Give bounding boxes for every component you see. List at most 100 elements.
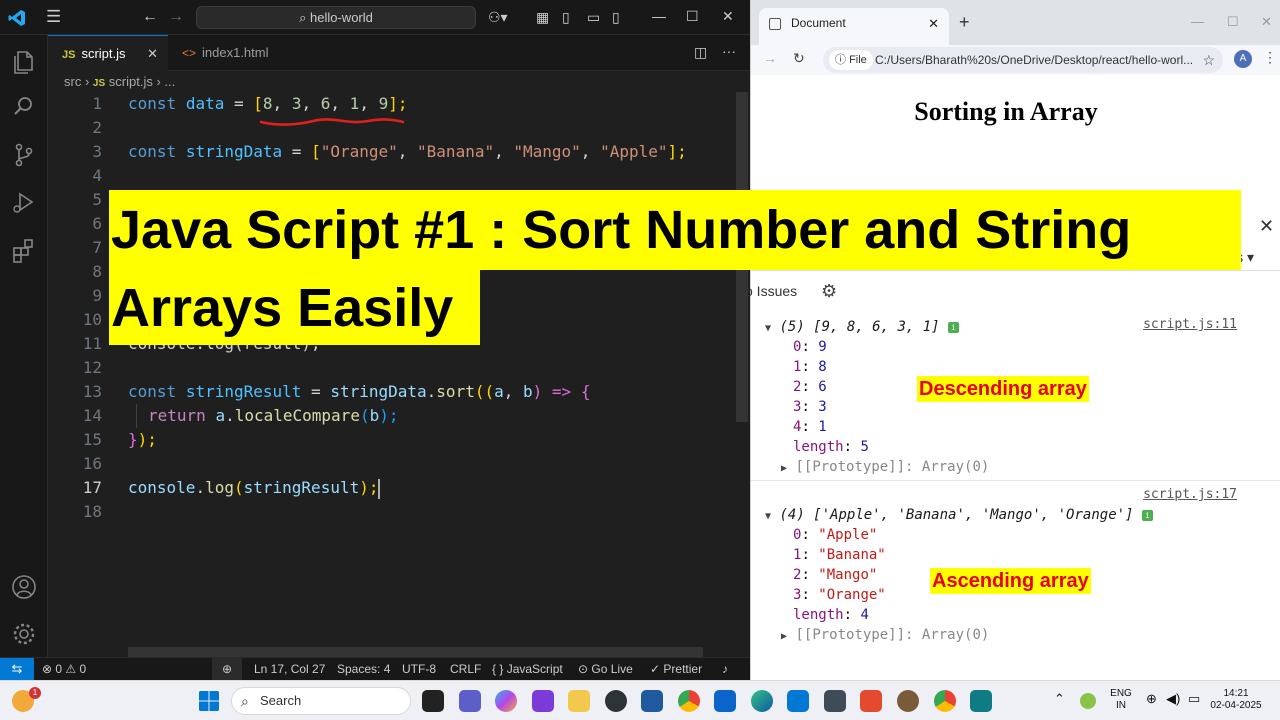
forward-arrow-icon[interactable]: → — [763, 50, 777, 66]
tab-script-js[interactable]: JS script.js ✕ — [48, 35, 168, 71]
search-icon: ⌕ — [241, 693, 249, 709]
code-line-14: return a.localeCompare(b); — [148, 406, 399, 425]
settings-gear-icon[interactable]: ⚙ — [821, 281, 837, 302]
browser-tab-bar: Document ✕ + — ☐ ✕ — [751, 0, 1280, 45]
chevron-right-icon: › — [84, 74, 93, 89]
source-link[interactable]: script.js:17 — [1143, 485, 1237, 505]
menu-icon[interactable]: ☰ — [46, 8, 61, 25]
close-tab-icon[interactable]: ✕ — [147, 36, 158, 72]
layout-icon[interactable]: ▦ — [536, 9, 549, 26]
windows-start-icon[interactable] — [198, 690, 220, 712]
address-bar[interactable]: ⓘ File C:/Users/Bharath%20s/OneDrive/Des… — [823, 47, 1223, 73]
outlook-icon[interactable] — [714, 690, 736, 712]
explorer-icon[interactable] — [10, 47, 38, 75]
descending-annotation: Descending array — [917, 376, 1089, 402]
array-entry: 1: 8 — [793, 359, 827, 375]
task-view-icon[interactable] — [422, 690, 444, 712]
copilot-icon[interactable] — [495, 690, 517, 712]
language-mode[interactable]: { } JavaScript — [492, 658, 563, 680]
search-icon[interactable] — [10, 93, 38, 121]
chrome-icon[interactable] — [678, 690, 700, 712]
command-center-search[interactable]: ⌕ hello-world — [196, 6, 476, 29]
breadcrumb-folder[interactable]: src — [64, 74, 81, 89]
teams-icon[interactable] — [459, 690, 481, 712]
indentation[interactable]: Spaces: 4 — [337, 658, 390, 680]
language-indicator[interactable]: ENG IN — [1106, 688, 1136, 712]
volume-icon[interactable]: ◀) — [1166, 692, 1180, 705]
browser-menu-icon[interactable]: ⋮ — [1263, 49, 1277, 66]
chevron-up-icon[interactable]: ⌃ — [1054, 692, 1065, 705]
horizontal-scrollbar[interactable] — [128, 647, 703, 657]
encoding[interactable]: UTF-8 — [402, 658, 436, 680]
log-summary[interactable]: ▼ (5) [9, 8, 6, 3, 1] i — [765, 317, 960, 337]
issues-button[interactable]: o Issues — [745, 283, 797, 299]
accounts-icon[interactable] — [10, 573, 38, 601]
tab-index1-html[interactable]: <> index1.html — [168, 35, 298, 71]
code-line-3: const stringData = ["Orange", "Banana", … — [128, 142, 687, 161]
close-window-icon[interactable]: ✕ — [722, 8, 734, 25]
brave-icon[interactable] — [860, 690, 882, 712]
prettier-button[interactable]: ✓ Prettier — [650, 658, 702, 680]
profile-avatar[interactable]: A — [1234, 50, 1252, 68]
app-icon[interactable] — [605, 690, 627, 712]
go-live-button[interactable]: ⊙ Go Live — [578, 658, 633, 680]
close-tab-icon[interactable]: ✕ — [928, 8, 939, 39]
chrome-profile-icon[interactable] — [934, 690, 956, 712]
app-icon[interactable] — [897, 690, 919, 712]
array-prototype[interactable]: ▶ [[Prototype]]: Array(0) — [781, 457, 989, 477]
battery-icon[interactable]: ▭ — [1188, 692, 1200, 705]
end-of-line[interactable]: CRLF — [450, 658, 481, 680]
app-icon[interactable] — [641, 690, 663, 712]
edge-icon[interactable] — [751, 690, 773, 712]
minimize-icon[interactable]: — — [652, 8, 666, 24]
notifications-bell-icon[interactable]: ♪ — [722, 658, 728, 680]
taskbar-search[interactable]: ⌕ Search — [231, 687, 411, 715]
split-editor-icon[interactable]: ◫ — [694, 44, 707, 61]
vscode-taskbar-icon[interactable] — [787, 690, 809, 712]
minimize-icon[interactable]: — — [1191, 14, 1204, 29]
more-actions-icon[interactable]: ··· — [722, 43, 736, 59]
app-icon[interactable] — [970, 690, 992, 712]
maximize-icon[interactable]: ☐ — [686, 8, 699, 25]
log-summary[interactable]: ▼ (4) ['Apple', 'Banana', 'Mango', 'Oran… — [765, 505, 1153, 525]
network-icon[interactable]: ⊕ — [1146, 692, 1157, 705]
toggle-secondary-sidebar-icon[interactable]: ▯ — [612, 9, 620, 26]
back-arrow-icon[interactable]: ← — [142, 8, 158, 26]
close-window-icon[interactable]: ✕ — [1261, 14, 1272, 30]
red-underline-annotation — [259, 118, 405, 126]
url-text: C:/Users/Bharath%20s/OneDrive/Desktop/re… — [875, 53, 1194, 67]
remote-indicator-icon[interactable]: ⇆ — [0, 658, 34, 680]
new-tab-icon[interactable]: + — [959, 12, 970, 33]
close-devtools-icon[interactable]: ✕ — [1259, 216, 1274, 237]
m365-icon[interactable] — [532, 690, 554, 712]
toggle-sidebar-icon[interactable]: ▯ — [562, 9, 570, 26]
zoom-icon[interactable]: ⊕ — [212, 658, 242, 680]
run-debug-icon[interactable] — [10, 189, 38, 217]
toggle-panel-icon[interactable]: ▭ — [587, 9, 600, 26]
file-chip[interactable]: ⓘ File — [829, 50, 873, 70]
settings-gear-icon[interactable] — [10, 620, 38, 648]
file-explorer-icon[interactable] — [568, 690, 590, 712]
copilot-icon[interactable]: ⚇▾ — [488, 9, 508, 26]
maximize-icon[interactable]: ☐ — [1227, 14, 1239, 30]
info-icon: i — [948, 321, 960, 333]
array-prototype[interactable]: ▶ [[Prototype]]: Array(0) — [781, 625, 989, 645]
extensions-icon[interactable] — [10, 237, 38, 265]
browser-tab-document[interactable]: Document ✕ — [759, 8, 949, 45]
reload-icon[interactable]: ↻ — [793, 50, 805, 67]
forward-arrow-icon[interactable]: → — [168, 8, 184, 26]
text-cursor — [378, 478, 381, 499]
problems-indicator[interactable]: ⊗ 0 ⚠ 0 — [42, 658, 86, 680]
code-editor[interactable]: 1 2 3 4 5 6 7 8 9 10 11 12 13 14 15 16 1… — [48, 92, 736, 652]
source-control-icon[interactable] — [10, 141, 38, 169]
bookmark-star-icon[interactable]: ☆ — [1202, 47, 1215, 73]
source-link[interactable]: script.js:11 — [1143, 315, 1237, 335]
tray-icon[interactable] — [1080, 693, 1096, 709]
page-heading: Sorting in Array — [914, 97, 1098, 126]
clock[interactable]: 14:21 02-04-2025 — [1206, 688, 1266, 712]
breadcrumb-file[interactable]: script.js — [109, 74, 153, 89]
ascending-annotation: Ascending array — [930, 568, 1091, 594]
app-icon[interactable] — [824, 690, 846, 712]
cursor-position[interactable]: Ln 17, Col 27 — [254, 658, 325, 680]
breadcrumb-symbol[interactable]: ... — [164, 74, 175, 89]
